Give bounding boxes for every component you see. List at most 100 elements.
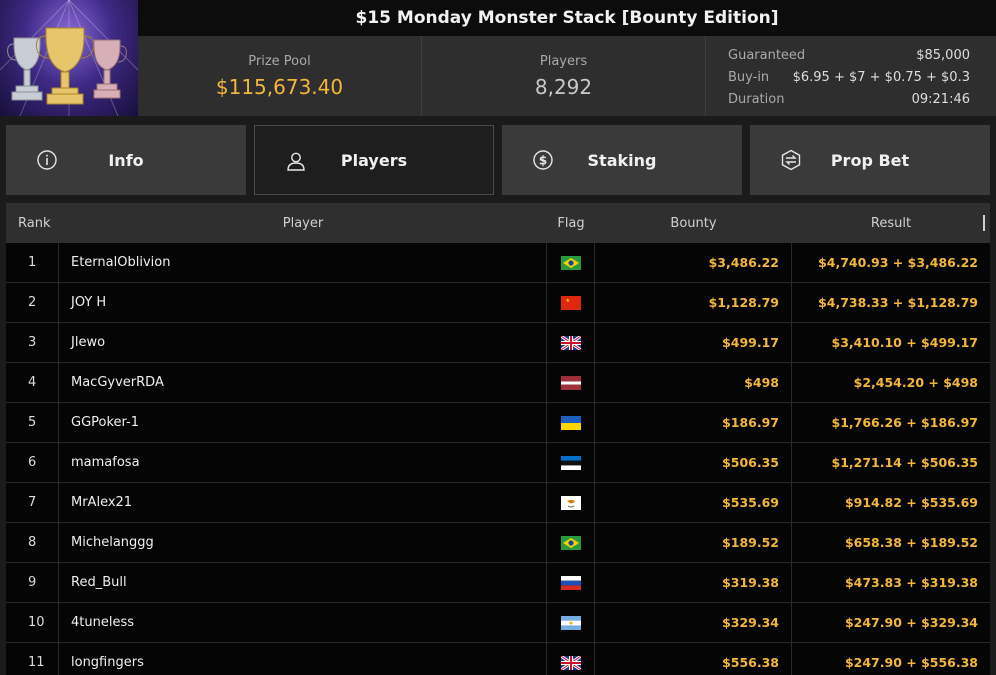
tab-bar: Info Players $ Staking Prop Bet [6,125,990,195]
flag-cell [547,643,595,675]
tab-label: Info [108,150,144,170]
cyprus-flag-icon [560,495,581,510]
flag-cell [547,363,595,402]
bounty-cell: $3,486.22 [595,243,792,282]
player-cell[interactable]: GGPoker-1 [59,403,547,442]
players-label: Players [539,53,588,69]
rank-cell: 9 [6,563,59,602]
tab-info[interactable]: Info [6,125,246,195]
latvia-flag-icon [560,375,581,390]
table-row[interactable]: 8 Michelanggg $189.52 $658.38 + $189.52 [6,523,990,563]
scrollbar-grip[interactable] [983,215,985,231]
detail-value: $85,000 [916,48,970,63]
header-bounty[interactable]: Bounty [595,216,792,231]
player-cell[interactable]: mamafosa [59,443,547,482]
table-row[interactable]: 5 GGPoker-1 $186.97 $1,766.26 + $186.97 [6,403,990,443]
players-stat: Players 8,292 [422,36,706,116]
result-cell: $2,454.20 + $498 [853,375,978,390]
svg-text:★: ★ [565,298,570,304]
flag-cell [547,443,595,482]
table-header: Rank Player Flag Bounty Result [6,203,990,243]
player-cell[interactable]: 4tuneless [59,603,547,642]
prize-pool-label: Prize Pool [248,53,311,69]
flag-cell [547,563,595,602]
table-row[interactable]: 2 JOY H ★ $1,128.79 $4,738.33 + $1,128.79 [6,283,990,323]
rank-cell: 2 [6,283,59,322]
staking-coin-icon: $ [533,150,553,170]
estonia-flag-icon [560,455,581,470]
title-bar: $15 Monday Monster Stack [Bounty Edition… [138,0,996,36]
bounty-cell: $556.38 [595,643,792,675]
trophies-icon [0,0,138,116]
table-row[interactable]: 9 Red_Bull $319.38 $473.83 + $319.38 [6,563,990,603]
detail-label: Buy-in [728,70,770,85]
rank-cell: 6 [6,443,59,482]
table-body: 1 EternalOblivion $3,486.22 $4,740.93 + $3,… [6,243,990,675]
table-row[interactable]: 11 longfingers $556.38 $247.90 + $556.38 [6,643,990,675]
table-row[interactable]: 10 4tuneless $329.34 $247.90 + $329.34 [6,603,990,643]
player-cell[interactable]: JOY H [59,283,547,322]
header-rank[interactable]: Rank [6,216,59,231]
player-cell[interactable]: longfingers [59,643,547,675]
prize-pool-value: $115,673.40 [215,74,344,99]
result-cell: $3,410.10 + $499.17 [831,335,979,350]
tab-prop-bet[interactable]: Prop Bet [750,125,990,195]
bounty-cell: $499.17 [595,323,792,362]
brazil-flag-icon [560,255,581,270]
detail-label: Guaranteed [728,48,806,63]
bounty-cell: $189.52 [595,523,792,562]
bounty-cell: $329.34 [595,603,792,642]
table-row[interactable]: 6 mamafosa $506.35 $1,271.14 + $506.35 [6,443,990,483]
tournament-title: $15 Monday Monster Stack [Bounty Edition… [355,8,779,28]
rank-cell: 11 [6,643,59,675]
result-cell: $247.90 + $556.38 [844,655,978,670]
player-cell[interactable]: Jlewo [59,323,547,362]
result-cell: $1,766.26 + $186.97 [831,415,979,430]
detail-value: $6.95 + $7 + $0.75 + $0.3 [792,70,970,85]
flag-cell [547,483,595,522]
player-cell[interactable]: Red_Bull [59,563,547,602]
prop-bet-icon [781,149,801,171]
tab-staking[interactable]: $ Staking [502,125,742,195]
china-flag-icon: ★ [560,295,581,310]
tab-label: Staking [587,150,657,170]
table-row[interactable]: 1 EternalOblivion $3,486.22 $4,740.93 + $3,… [6,243,990,283]
table-row[interactable]: 7 MrAlex21 $535.69 $914.82 + $535.69 [6,483,990,523]
bounty-cell: $498 [595,363,792,402]
flag-cell [547,323,595,362]
rank-cell: 7 [6,483,59,522]
user-icon [287,152,305,171]
flag-cell [547,523,595,562]
tab-players[interactable]: Players [254,125,494,195]
flag-cell [547,403,595,442]
header-result[interactable]: Result [792,216,990,231]
bounty-cell: $186.97 [595,403,792,442]
argentina-flag-icon [560,615,581,630]
player-cell[interactable]: EternalOblivion [59,243,547,282]
brazil-flag-icon [560,535,581,550]
tournament-details: Guaranteed $85,000 Buy-in $6.95 + $7 + $… [706,36,996,116]
player-cell[interactable]: Michelanggg [59,523,547,562]
rank-cell: 8 [6,523,59,562]
detail-row-duration: Duration 09:21:46 [728,89,970,111]
table-row[interactable]: 4 MacGyverRDA $498 $2,454.20 + $498 [6,363,990,403]
header-flag[interactable]: Flag [547,216,595,231]
info-icon [37,150,57,170]
table-row[interactable]: 3 Jlewo $499.17 $3,410.10 + $499.17 [6,323,990,363]
rank-cell: 10 [6,603,59,642]
tab-label: Players [340,150,408,170]
player-cell[interactable]: MrAlex21 [59,483,547,522]
flag-cell [547,603,595,642]
tab-label: Prop Bet [830,150,910,170]
player-cell[interactable]: MacGyverRDA [59,363,547,402]
result-cell: $4,738.33 + $1,128.79 [818,295,978,310]
result-cell: $4,740.93 + $3,486.22 [818,255,978,270]
bounty-cell: $1,128.79 [595,283,792,322]
header-player[interactable]: Player [59,216,547,231]
detail-value: 09:21:46 [911,92,970,107]
svg-text:$: $ [539,154,547,168]
detail-row-guaranteed: Guaranteed $85,000 [728,45,970,67]
result-cell: $1,271.14 + $506.35 [831,455,979,470]
bounty-cell: $506.35 [595,443,792,482]
rank-cell: 3 [6,323,59,362]
